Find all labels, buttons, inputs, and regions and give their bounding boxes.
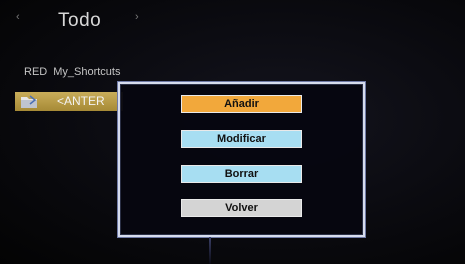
tab-todo[interactable]: Todo <box>58 10 101 32</box>
modify-button[interactable]: Modificar <box>181 130 302 148</box>
folder-icon <box>21 95 37 108</box>
options-dialog: Añadir Modificar Borrar Volver <box>118 82 365 237</box>
decorative-light-beam <box>209 237 211 264</box>
breadcrumb: RED My_Shortcuts <box>24 66 120 78</box>
delete-button[interactable]: Borrar <box>181 165 302 183</box>
back-button[interactable]: Volver <box>181 199 302 217</box>
category-tab-bar: ‹ Todo › <box>0 0 465 40</box>
tv-media-browser-screen: ‹ Todo › RED My_Shortcuts <ANTER Añadir M… <box>0 0 465 264</box>
tab-right-arrow-icon[interactable]: › <box>135 11 139 23</box>
list-item-selected[interactable]: <ANTER <box>15 92 123 111</box>
list-item-label: <ANTER <box>57 94 105 108</box>
tab-left-arrow-icon[interactable]: ‹ <box>16 11 20 23</box>
breadcrumb-folder: My_Shortcuts <box>53 66 121 78</box>
add-button[interactable]: Añadir <box>181 95 302 113</box>
breadcrumb-source: RED <box>24 66 48 78</box>
